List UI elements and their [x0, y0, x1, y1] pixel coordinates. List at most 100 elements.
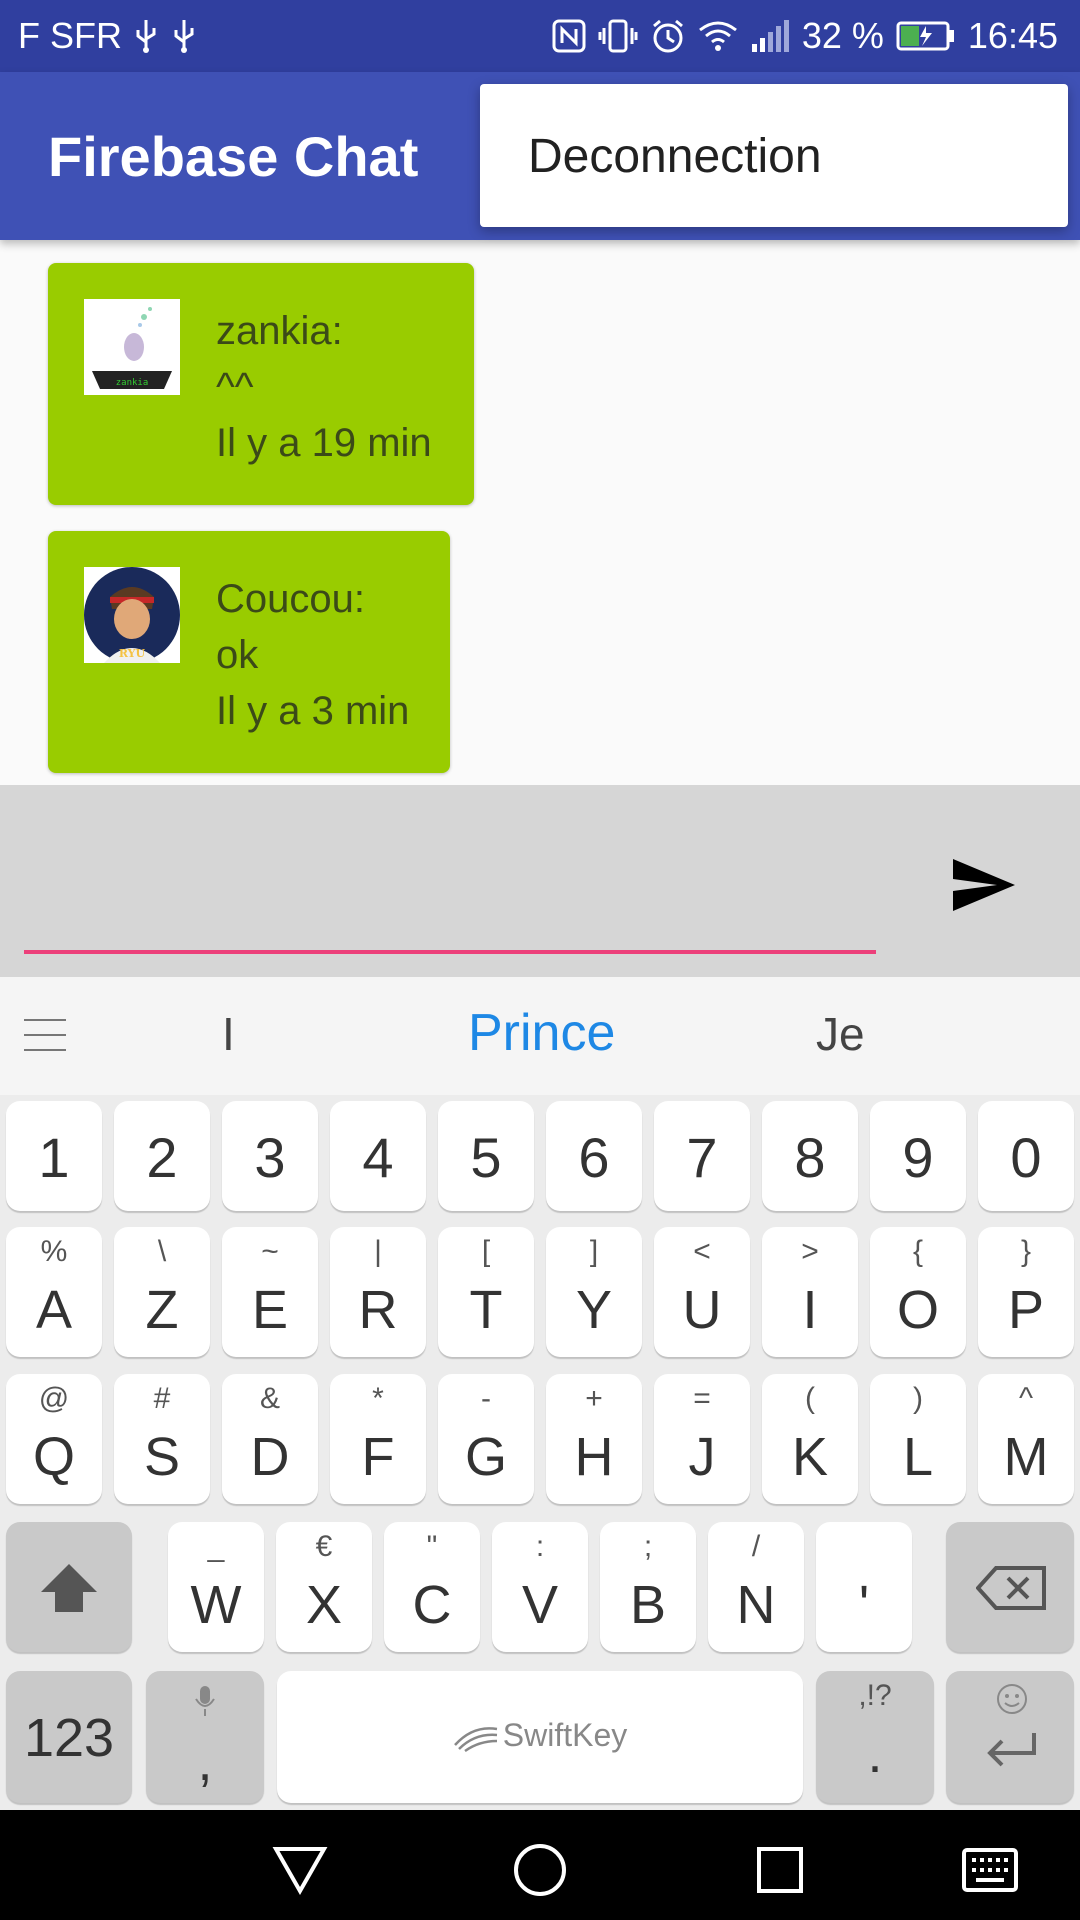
- key-9[interactable]: 9: [870, 1101, 966, 1211]
- message-card[interactable]: zankia zankia: ^^ Il y a 19 min: [48, 263, 474, 505]
- emoji-icon: [997, 1684, 1027, 1714]
- message-time: Il y a 19 min: [216, 421, 432, 465]
- key-g[interactable]: -G: [438, 1374, 534, 1504]
- carrier-label: F SFR: [18, 15, 122, 56]
- key-label: P: [1007, 1280, 1045, 1340]
- back-icon[interactable]: [270, 1840, 330, 1900]
- key-alt-label: ^: [1018, 1382, 1034, 1415]
- key-label: I: [802, 1280, 818, 1340]
- enter-icon: [987, 1733, 1036, 1767]
- suggestion-left[interactable]: I: [222, 1007, 235, 1061]
- key-alt-label: -: [481, 1382, 491, 1415]
- key-alt-label: }: [1020, 1235, 1032, 1268]
- key-label: 1: [38, 1126, 70, 1189]
- key-0[interactable]: 0: [978, 1101, 1074, 1211]
- key-c[interactable]: " C: [384, 1522, 480, 1652]
- message-author: zankia:: [216, 309, 343, 353]
- suggestion-right[interactable]: Je: [816, 1007, 865, 1061]
- svg-text:RYU: RYU: [119, 647, 146, 660]
- key-r[interactable]: | R: [330, 1227, 426, 1357]
- key-alt-label: %: [40, 1235, 68, 1268]
- wifi-icon: [698, 20, 738, 52]
- key-label: F: [361, 1427, 395, 1487]
- key-i[interactable]: > I: [762, 1227, 858, 1357]
- key-z[interactable]: \ Z: [114, 1227, 210, 1357]
- period-key[interactable]: ,!?.: [816, 1671, 934, 1803]
- key-w[interactable]: _ W: [168, 1522, 264, 1652]
- key-q[interactable]: @ Q: [6, 1374, 102, 1504]
- recents-icon[interactable]: [750, 1840, 810, 1900]
- space-key[interactable]: SwiftKey: [277, 1671, 803, 1803]
- vibrate-icon: [598, 18, 638, 54]
- comma-key[interactable]: ,: [146, 1671, 264, 1803]
- swiftkey-swoosh-icon: [453, 1726, 497, 1752]
- key-t[interactable]: [T: [438, 1227, 534, 1357]
- home-icon[interactable]: [510, 1840, 570, 1900]
- battery-icon: [896, 21, 956, 51]
- menu-icon[interactable]: [24, 1017, 66, 1053]
- key-u[interactable]: < U: [654, 1227, 750, 1357]
- key-j[interactable]: = J: [654, 1374, 750, 1504]
- battery-percent: 32 %: [801, 15, 884, 56]
- key-8[interactable]: 8: [762, 1101, 858, 1211]
- menu-item-deconnection[interactable]: Deconnection: [528, 129, 822, 184]
- shift-key[interactable]: [6, 1522, 132, 1652]
- message-author: Coucou:: [216, 577, 365, 621]
- nfc-icon: [552, 19, 586, 53]
- key-v[interactable]: :V: [492, 1522, 588, 1652]
- key-alt-label: €: [315, 1530, 333, 1563]
- key-alt-label: ,!?: [858, 1679, 892, 1712]
- key-7[interactable]: 7: [654, 1101, 750, 1211]
- message-card[interactable]: RYU Coucou: ok Il y a 3 min: [48, 531, 450, 773]
- key-d[interactable]: & D: [222, 1374, 318, 1504]
- key-a[interactable]: % A: [6, 1227, 102, 1357]
- message-content: Coucou: ok Il y a 3 min: [216, 571, 409, 739]
- key-label: A: [35, 1280, 73, 1340]
- key-f[interactable]: * F: [330, 1374, 426, 1504]
- key-apostrophe[interactable]: ': [816, 1522, 912, 1652]
- numbers-key[interactable]: 123: [6, 1671, 132, 1803]
- key-6[interactable]: 6: [546, 1101, 642, 1211]
- key-label: D: [250, 1427, 290, 1487]
- keyboard-icon[interactable]: [960, 1840, 1020, 1900]
- message-text: ^^: [216, 365, 254, 409]
- suggestion-center[interactable]: Prince: [468, 1003, 615, 1063]
- key-y[interactable]: ] Y: [546, 1227, 642, 1357]
- key-alt-label: +: [585, 1382, 603, 1415]
- key-3[interactable]: 3: [222, 1101, 318, 1211]
- key-m[interactable]: ^ M: [978, 1374, 1074, 1504]
- key-alt-label: <: [693, 1235, 711, 1268]
- alarm-icon: [650, 18, 686, 54]
- key-alt-label: /: [751, 1530, 761, 1563]
- key-s[interactable]: # S: [114, 1374, 210, 1504]
- key-1[interactable]: 1: [6, 1101, 102, 1211]
- key-x[interactable]: € X: [276, 1522, 372, 1652]
- message-input[interactable]: [24, 825, 876, 935]
- send-button[interactable]: [944, 845, 1024, 925]
- user-avatar: zankia: [84, 299, 180, 395]
- key-h[interactable]: + H: [546, 1374, 642, 1504]
- key-label: E: [251, 1280, 289, 1340]
- key-label: L: [902, 1427, 934, 1487]
- key-p[interactable]: } P: [978, 1227, 1074, 1357]
- key-e[interactable]: ~ E: [222, 1227, 318, 1357]
- backspace-icon: [976, 1566, 1046, 1610]
- space-key-label: SwiftKey: [502, 1717, 628, 1753]
- key-alt-label: ~: [261, 1235, 279, 1268]
- key-alt-label: @: [38, 1382, 70, 1415]
- usb-icon: [170, 18, 198, 54]
- key-2[interactable]: 2: [114, 1101, 210, 1211]
- key-label: O: [896, 1280, 939, 1340]
- key-l[interactable]: ) L: [870, 1374, 966, 1504]
- key-alt-label: =: [693, 1382, 711, 1415]
- key-4[interactable]: 4: [330, 1101, 426, 1211]
- key-o[interactable]: {O: [870, 1227, 966, 1357]
- app-title: Firebase Chat: [48, 125, 419, 188]
- enter-key[interactable]: [946, 1671, 1074, 1803]
- key-n[interactable]: / N: [708, 1522, 804, 1652]
- key-5[interactable]: 5: [438, 1101, 534, 1211]
- backspace-key[interactable]: [946, 1522, 1074, 1652]
- key-k[interactable]: (K: [762, 1374, 858, 1504]
- key-label: X: [305, 1575, 343, 1635]
- key-b[interactable]: ; B: [600, 1522, 696, 1652]
